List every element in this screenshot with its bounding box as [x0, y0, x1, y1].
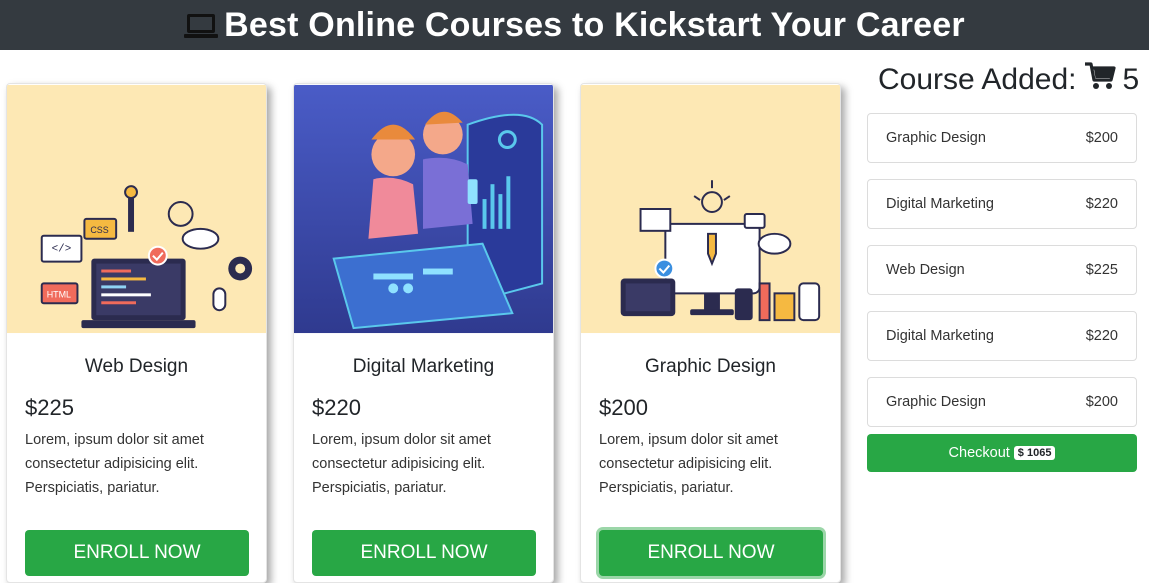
course-title: Web Design [84, 356, 189, 377]
cart-item-name: Web Design [886, 262, 965, 278]
course-title: Digital Marketing [352, 356, 495, 377]
shopping-cart-icon [1084, 61, 1117, 99]
checkout-label: Checkout [948, 445, 1010, 461]
cart-item-name: Graphic Design [886, 394, 986, 410]
cart-item: Digital Marketing $220 [867, 311, 1137, 361]
course-description: Lorem, ipsum dolor sit amet consectetur … [25, 432, 204, 496]
enroll-now-button[interactable]: ENROLL NOW [599, 530, 823, 576]
svg-text:CSS: CSS [90, 225, 108, 235]
graphic-design-illustration [581, 84, 840, 334]
course-card-web-design: HTML CSS </> Web Design $225 Lorem, ipsu… [6, 83, 267, 583]
cart-item-price: $220 [1085, 328, 1118, 344]
cart-item: Graphic Design $200 [867, 377, 1137, 427]
cart-heading-label: Course Added: [878, 63, 1077, 96]
cart-item-name: Digital Marketing [886, 328, 994, 344]
cart-item: Digital Marketing $220 [867, 179, 1137, 229]
enroll-now-button[interactable]: ENROLL NOW [312, 530, 536, 576]
laptop-icon [184, 12, 219, 45]
cart-item-price: $200 [1085, 394, 1118, 410]
course-description: Lorem, ipsum dolor sit amet consectetur … [599, 432, 778, 496]
checkout-button[interactable]: Checkout $ 1065 [867, 434, 1137, 472]
digital-marketing-illustration [294, 84, 553, 334]
cart-heading: Course Added: 5 [878, 58, 1139, 102]
course-card-graphic-design: Graphic Design $200 Lorem, ipsum dolor s… [580, 83, 841, 583]
cart-item: Web Design $225 [867, 245, 1137, 295]
cart-item-price: $225 [1085, 262, 1118, 278]
course-price: $225 [25, 395, 74, 420]
cart-item-price: $220 [1085, 196, 1118, 212]
cart-list: Graphic Design $200 Digital Marketing $2… [867, 113, 1137, 443]
course-description: Lorem, ipsum dolor sit amet consectetur … [312, 432, 491, 496]
cart-item: Graphic Design $200 [867, 113, 1137, 163]
course-price: $220 [312, 395, 361, 420]
page-title: Best Online Courses to Kickstart Your Ca… [224, 5, 965, 44]
course-card-digital-marketing: Digital Marketing $220 Lorem, ipsum dolo… [293, 83, 554, 583]
cart-item-name: Graphic Design [886, 130, 986, 146]
web-design-illustration: HTML CSS </> [7, 84, 266, 334]
course-title: Graphic Design [645, 356, 776, 377]
cart-count: 5 [1122, 63, 1140, 96]
svg-text:</>: </> [52, 244, 72, 256]
course-price: $200 [599, 395, 648, 420]
checkout-total-badge: $ 1065 [1013, 446, 1056, 460]
svg-text:HTML: HTML [47, 289, 71, 299]
cart-item-price: $200 [1085, 130, 1118, 146]
cart-item-name: Digital Marketing [886, 196, 994, 212]
page-header: Best Online Courses to Kickstart Your Ca… [0, 0, 1149, 50]
enroll-now-button[interactable]: ENROLL NOW [25, 530, 249, 576]
